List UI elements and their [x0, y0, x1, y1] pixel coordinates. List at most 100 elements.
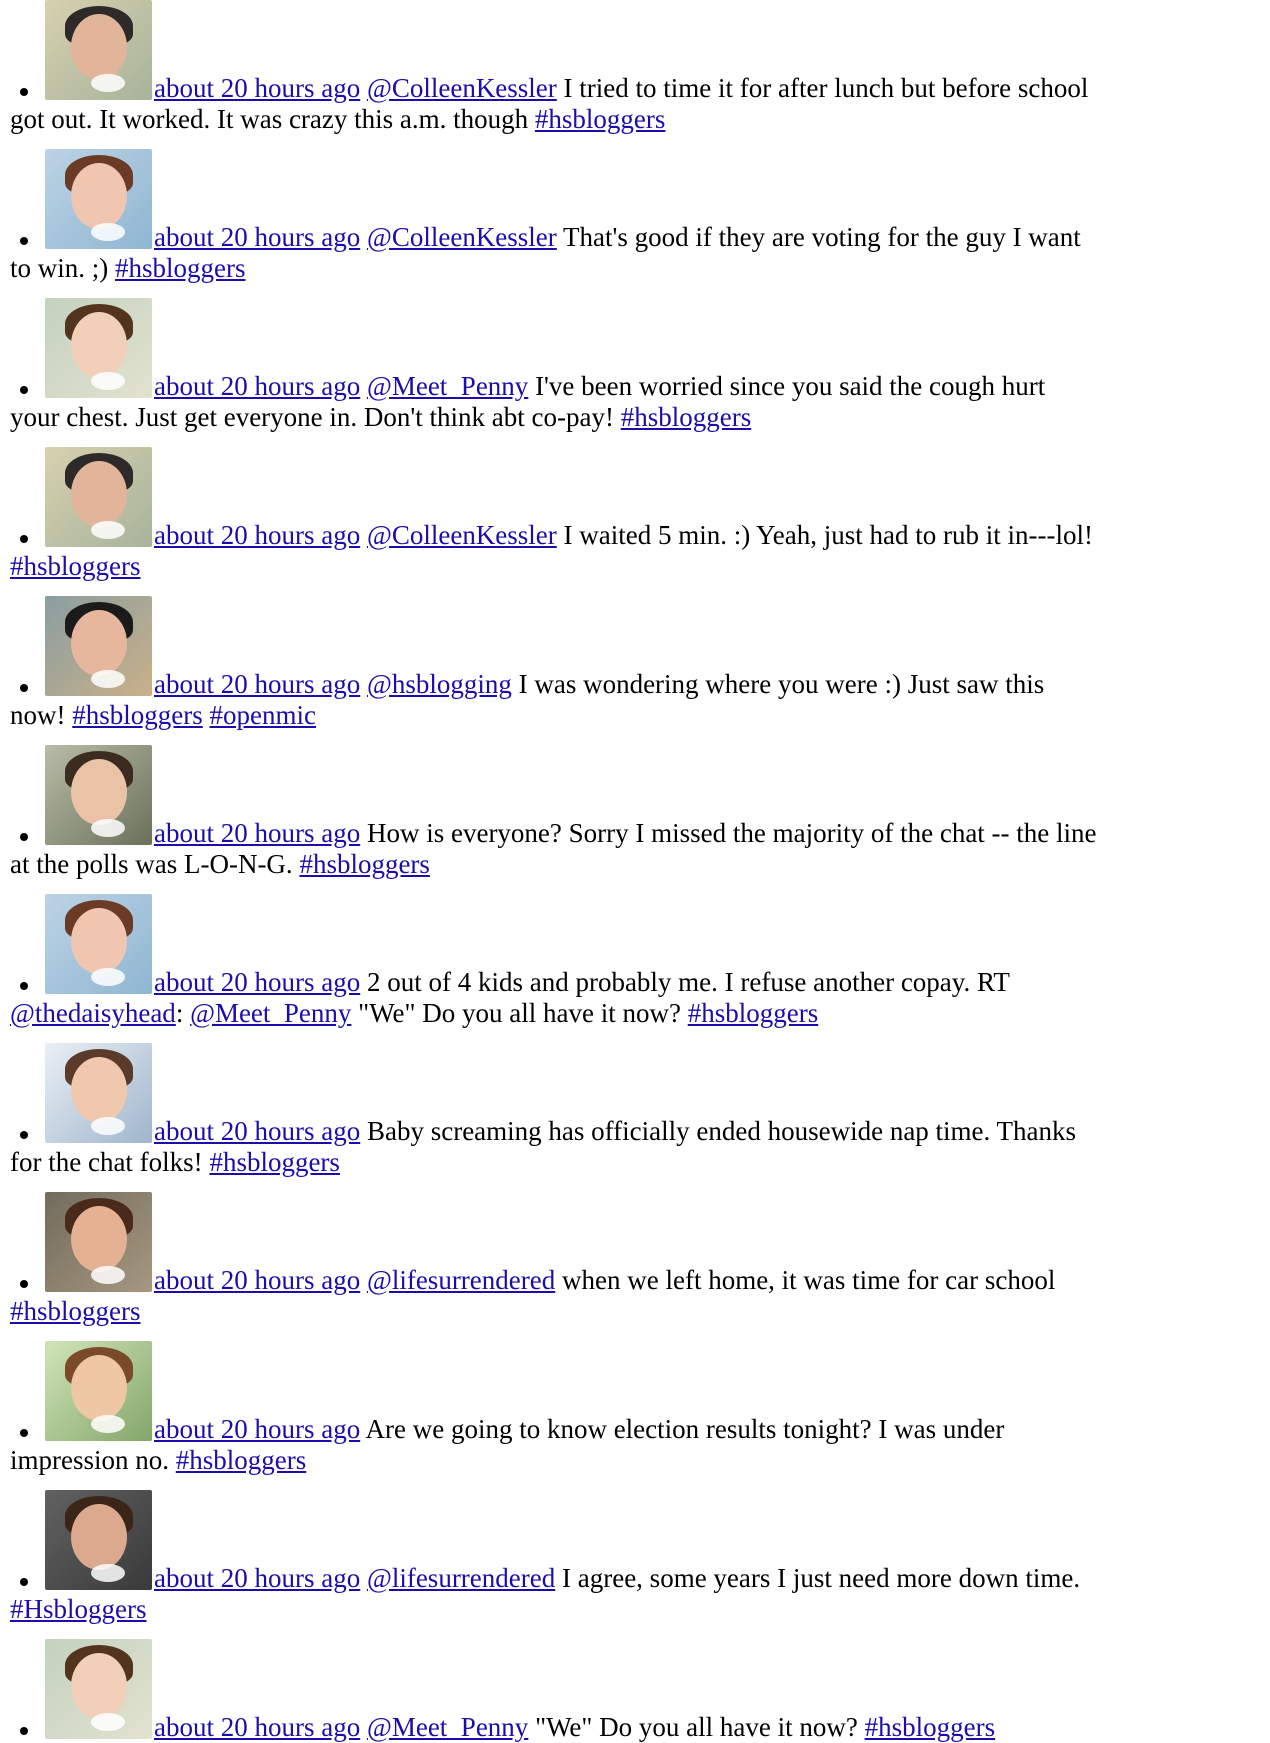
mention-link[interactable]: @Meet_Penny [190, 998, 351, 1028]
tweet-text-continued: now! #hsbloggers #openmic [10, 700, 1252, 731]
mention-link[interactable]: @thedaisyhead [10, 998, 176, 1028]
tweet-text: about 20 hours ago Baby screaming has of… [154, 1116, 1076, 1147]
tweet-text: about 20 hours ago Are we going to know … [154, 1414, 1004, 1445]
list-bullet [20, 88, 28, 96]
mention-link[interactable]: @Meet_Penny [367, 371, 528, 401]
avatar-face [71, 610, 127, 676]
tweet-item: about 20 hours ago @lifesurrendered when… [0, 1192, 1270, 1327]
mention-link[interactable]: @ColleenKessler [367, 73, 557, 103]
hashtag-link[interactable]: #hsbloggers [688, 998, 819, 1028]
avatar[interactable] [45, 1043, 152, 1143]
tweet-text-segment: I've been worried since you said the cou… [528, 371, 1046, 401]
timestamp-link[interactable]: about 20 hours ago [154, 818, 360, 848]
tweet-item: about 20 hours ago Are we going to know … [0, 1341, 1270, 1476]
avatar[interactable] [45, 298, 152, 398]
tweet-text-segment: "We" Do you all have it now? [528, 1712, 865, 1742]
list-bullet [20, 535, 28, 543]
hashtag-link[interactable]: #hsbloggers [209, 1147, 340, 1177]
tweet-text-continued: for the chat folks! #hsbloggers [10, 1147, 1252, 1178]
timestamp-link[interactable]: about 20 hours ago [154, 1116, 360, 1146]
timestamp-link[interactable]: about 20 hours ago [154, 1265, 360, 1295]
hashtag-link[interactable]: #hsbloggers [535, 104, 666, 134]
hashtag-link[interactable]: #hsbloggers [115, 253, 246, 283]
tweet-first-line: about 20 hours ago @ColleenKessler I tri… [45, 0, 1252, 104]
mention-link[interactable]: @lifesurrendered [367, 1563, 555, 1593]
hashtag-link[interactable]: #hsbloggers [865, 1712, 996, 1742]
hashtag-link[interactable]: #hsbloggers [621, 402, 752, 432]
timestamp-link[interactable]: about 20 hours ago [154, 669, 360, 699]
tweet-item: about 20 hours ago @hsblogging I was won… [0, 596, 1270, 731]
avatar-badge [91, 968, 125, 986]
tweet-feed: about 20 hours ago @ColleenKessler I tri… [0, 0, 1270, 1743]
tweet-first-line: about 20 hours ago @hsblogging I was won… [45, 596, 1252, 700]
tweet-text-continued: @thedaisyhead: @Meet_Penny "We" Do you a… [10, 998, 1252, 1029]
avatar-face [71, 1057, 127, 1123]
hashtag-link[interactable]: #hsbloggers [176, 1445, 307, 1475]
mention-link[interactable]: @Meet_Penny [367, 1712, 528, 1742]
tweet-text-segment: That's good if they are voting for the g… [556, 222, 1081, 252]
timestamp-link[interactable]: about 20 hours ago [154, 1563, 360, 1593]
tweet-first-line: about 20 hours ago Baby screaming has of… [45, 1043, 1252, 1147]
timestamp-link[interactable]: about 20 hours ago [154, 520, 360, 550]
tweet-first-line: about 20 hours ago 2 out of 4 kids and p… [45, 894, 1252, 998]
tweet-first-line: about 20 hours ago @ColleenKessler I wai… [45, 447, 1252, 551]
tweet-text-continued: to win. ;) #hsbloggers [10, 253, 1252, 284]
avatar[interactable] [45, 0, 152, 100]
tweet-text-segment: I tried to time it for after lunch but b… [556, 73, 1089, 103]
avatar[interactable] [45, 596, 152, 696]
tweet-item: about 20 hours ago @Meet_Penny "We" Do y… [0, 1639, 1270, 1743]
list-bullet [20, 1727, 28, 1735]
tweet-first-line: about 20 hours ago @Meet_Penny I've been… [45, 298, 1252, 402]
tweet-item: about 20 hours ago @ColleenKessler That'… [0, 149, 1270, 284]
hashtag-link[interactable]: #Hsbloggers [10, 1594, 147, 1624]
timestamp-link[interactable]: about 20 hours ago [154, 371, 360, 401]
avatar[interactable] [45, 1639, 152, 1739]
tweet-text: about 20 hours ago @hsblogging I was won… [154, 669, 1044, 700]
tweet-item: about 20 hours ago @ColleenKessler I wai… [0, 447, 1270, 582]
tweet-text-segment: got out. It worked. It was crazy this a.… [10, 104, 535, 134]
hashtag-link[interactable]: #hsbloggers [10, 551, 141, 581]
avatar-badge [91, 521, 125, 539]
tweet-text-segment: for the chat folks! [10, 1147, 210, 1177]
mention-link[interactable]: @lifesurrendered [367, 1265, 555, 1295]
tweet-text-segment: your chest. Just get everyone in. Don't … [10, 402, 621, 432]
tweet-item: about 20 hours ago @lifesurrendered I ag… [0, 1490, 1270, 1625]
timestamp-link[interactable]: about 20 hours ago [154, 1414, 360, 1444]
avatar-badge [91, 1564, 125, 1582]
avatar[interactable] [45, 447, 152, 547]
avatar-badge [91, 1266, 125, 1284]
timestamp-link[interactable]: about 20 hours ago [154, 1712, 360, 1742]
mention-link[interactable]: @ColleenKessler [367, 222, 557, 252]
hashtag-link[interactable]: #hsbloggers [299, 849, 430, 879]
avatar-badge [91, 670, 125, 688]
timestamp-link[interactable]: about 20 hours ago [154, 73, 360, 103]
hashtag-link[interactable]: #hsbloggers [72, 700, 203, 730]
tweet-item: about 20 hours ago How is everyone? Sorr… [0, 745, 1270, 880]
tweet-text-segment: now! [10, 700, 73, 730]
tweet-text: about 20 hours ago @Meet_Penny "We" Do y… [154, 1712, 995, 1743]
avatar[interactable] [45, 1192, 152, 1292]
avatar-face [71, 312, 127, 378]
avatar[interactable] [45, 149, 152, 249]
tweet-text-segment: I was wondering where you were :) Just s… [511, 669, 1045, 699]
mention-link[interactable]: @ColleenKessler [367, 520, 557, 550]
hashtag-link[interactable]: #hsbloggers [10, 1296, 141, 1326]
avatar[interactable] [45, 745, 152, 845]
avatar-badge [91, 74, 125, 92]
tweet-text: about 20 hours ago @lifesurrendered I ag… [154, 1563, 1080, 1594]
hashtag-link[interactable]: #openmic [210, 700, 316, 730]
avatar-face [71, 14, 127, 80]
tweet-text: about 20 hours ago @ColleenKessler That'… [154, 222, 1081, 253]
tweet-first-line: about 20 hours ago Are we going to know … [45, 1341, 1252, 1445]
tweet-first-line: about 20 hours ago @lifesurrendered I ag… [45, 1490, 1252, 1594]
mention-link[interactable]: @hsblogging [367, 669, 512, 699]
timestamp-link[interactable]: about 20 hours ago [154, 967, 360, 997]
avatar[interactable] [45, 1490, 152, 1590]
tweet-text-continued: your chest. Just get everyone in. Don't … [10, 402, 1252, 433]
tweet-first-line: about 20 hours ago @lifesurrendered when… [45, 1192, 1252, 1296]
avatar[interactable] [45, 894, 152, 994]
timestamp-link[interactable]: about 20 hours ago [154, 222, 360, 252]
avatar-face [71, 1504, 127, 1570]
avatar[interactable] [45, 1341, 152, 1441]
list-bullet [20, 684, 28, 692]
